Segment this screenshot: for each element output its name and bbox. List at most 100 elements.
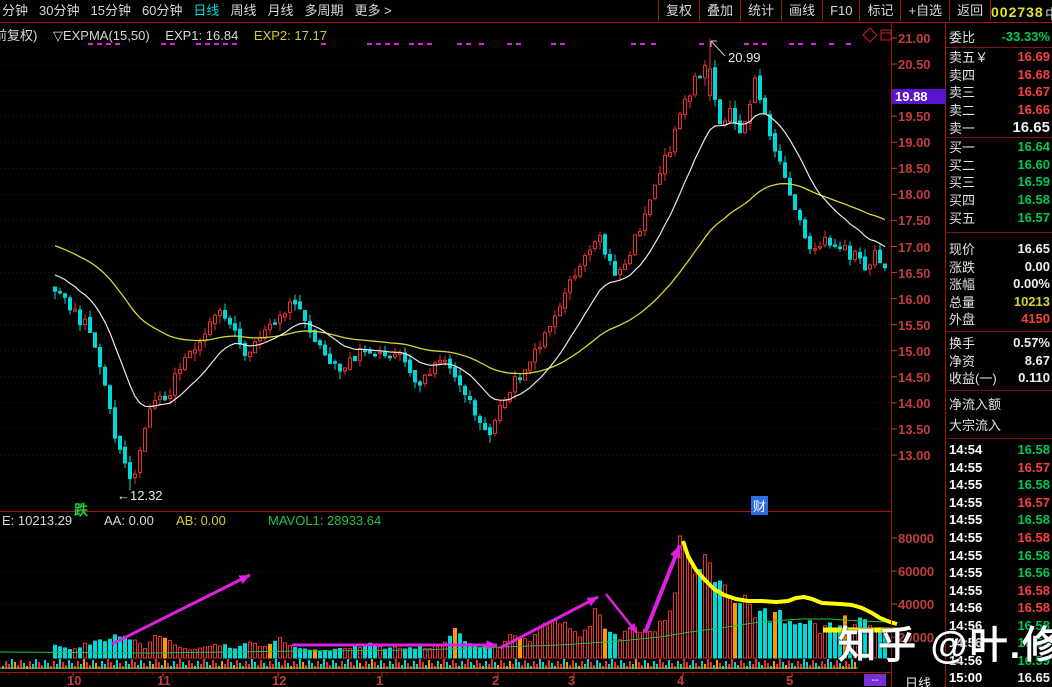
tape-row-value: 16.58 — [1017, 583, 1052, 598]
action-叠加[interactable]: 叠加 — [699, 0, 740, 21]
ask-row-4-label: 卖四 — [946, 65, 975, 84]
tape-row-label: 14:55 — [946, 512, 982, 527]
bid-row-2[interactable]: 买二16.60 — [946, 156, 1052, 174]
period-item-月线[interactable]: 月线 — [267, 0, 293, 22]
adjust-label: 前复权) — [0, 28, 37, 43]
vol-aa-value: AA: 0.00 — [104, 513, 154, 528]
ask-row-5-value: 16.69 — [1017, 49, 1052, 64]
ask-row-5[interactable]: 卖五￥ 16.69 — [946, 48, 1052, 66]
bid-row-4-value: 16.58 — [1017, 192, 1052, 207]
period-item-周线[interactable]: 周线 — [230, 0, 256, 22]
bid-row-4[interactable]: 买四16.58 — [946, 191, 1052, 209]
tape-row: 14:55 16.58 — [946, 529, 1052, 547]
info-row-label: 外盘 — [946, 309, 975, 328]
action-标记[interactable]: 标记 — [859, 0, 900, 21]
flow-row-label: 大宗流入 — [946, 415, 1001, 434]
price-tick-label: 21.00 — [898, 31, 931, 46]
month-label: 3 — [568, 673, 575, 687]
high-pointer — [711, 41, 725, 56]
tape-row-value: 16.58 — [1017, 530, 1052, 545]
tape-row-label: 14:55 — [946, 460, 982, 475]
ask-row-4[interactable]: 卖四16.68 — [946, 66, 1052, 84]
gridlines — [0, 38, 891, 637]
window-icon — [881, 30, 891, 40]
tape-row-label: 14:55 — [946, 548, 982, 563]
period-item-30分钟[interactable]: 30分钟 — [39, 0, 79, 22]
volume-tick-label: 60000 — [898, 564, 934, 579]
period-item-分钟[interactable]: 分钟 — [2, 0, 28, 22]
tape-row: 14:5516.58 — [946, 476, 1052, 494]
period-item-60分钟[interactable]: 60分钟 — [142, 0, 182, 22]
price-tick-label: 14.50 — [898, 370, 931, 385]
month-label: 11 — [157, 673, 171, 687]
tape-row: 15:0016.65 — [946, 669, 1052, 687]
action-F10[interactable]: F10 — [822, 0, 859, 21]
tape-row-label: 14:55 — [946, 565, 982, 580]
info-row-label: 总量 — [946, 292, 975, 311]
bottom-period-label[interactable]: 日线 — [893, 673, 943, 687]
volume-tick-label: 40000 — [898, 597, 934, 612]
indicator-name[interactable]: ▽EXPMA(15,50) — [53, 28, 150, 43]
overview-strip[interactable] — [0, 659, 858, 669]
info-row-value: 0.00% — [1013, 276, 1052, 291]
bid-row-1[interactable]: 买一16.64 — [946, 138, 1052, 156]
weibi-row: 委比-33.33% — [946, 25, 1052, 47]
ask-row-2[interactable]: 卖二 16.66 — [946, 101, 1052, 119]
divider — [946, 438, 1052, 439]
tape-row-label: 14:55 — [946, 583, 982, 598]
tape-row-value: 16.57 — [1017, 460, 1052, 475]
period-item-多周期[interactable]: 多周期 — [304, 0, 343, 22]
flow-row-label: 净流入额 — [946, 394, 1001, 413]
diamond-icon — [863, 28, 877, 42]
axis-dash-badge[interactable]: -- — [864, 674, 886, 686]
indicator-bar: 前复权) ▽EXPMA(15,50) EXP1: 16.84 EXP2: 17.… — [0, 25, 339, 44]
info-row: 涨跌0.00 — [946, 258, 1052, 276]
low-annotation: ←12.32 — [117, 488, 163, 503]
ask-row-2-label: 卖二 — [946, 100, 975, 119]
tape-row-value: 16.58 — [1017, 477, 1052, 492]
period-item-日线[interactable]: 日线 — [193, 0, 219, 22]
tape-row-label: 14:55 — [946, 530, 982, 545]
period-item-15分钟[interactable]: 15分钟 — [90, 0, 130, 22]
toolbar: 分钟 30分钟 15分钟 60分钟日线周线月线多周期更多 > 复权叠加统计画线F10标… — [0, 0, 1052, 22]
highlight-price-badge: 19.88 — [892, 89, 946, 104]
tape-row-value: 16.58 — [1017, 548, 1052, 563]
tape-row: 14:55 16.57 — [946, 459, 1052, 477]
price-tick-label: 19.50 — [898, 109, 931, 124]
action-复权[interactable]: 复权 — [658, 0, 699, 21]
bid-row-5[interactable]: 买五16.57 — [946, 208, 1052, 226]
stock-code: 002738 — [991, 4, 1044, 20]
ask-row-3[interactable]: 卖三 16.67 — [946, 83, 1052, 101]
info-row-label: 现价 — [946, 239, 975, 258]
action-统计[interactable]: 统计 — [740, 0, 781, 21]
ask-row-3-label: 卖三 — [946, 82, 975, 101]
info-row-value: 0.110 — [1018, 370, 1052, 385]
period-item-更多 >[interactable]: 更多 > — [354, 0, 391, 22]
price-tick-label: 17.50 — [898, 213, 931, 228]
ask-row-5-label: 卖五￥ — [946, 47, 988, 66]
ema50-line — [55, 184, 885, 374]
ask-row-3-value: 16.67 — [1017, 84, 1052, 99]
tape-row-label: 14:54 — [946, 442, 982, 457]
info-row: 总量10213 — [946, 293, 1052, 311]
month-label: 2 — [492, 673, 499, 687]
bid-row-3[interactable]: 买三16.59 — [946, 173, 1052, 191]
info-row-value: 0.00 — [1025, 259, 1052, 274]
volume-bars — [54, 536, 887, 658]
month-label: 4 — [677, 673, 684, 687]
divider — [946, 47, 1052, 48]
flow-row: 净流入额 — [946, 393, 1052, 414]
divider — [946, 137, 1052, 138]
action-+自选[interactable]: +自选 — [900, 0, 949, 21]
watermark: 知乎 @叶.修 — [838, 614, 1052, 669]
action-画线[interactable]: 画线 — [781, 0, 822, 21]
ask-row-1[interactable]: 卖一16.65 — [946, 118, 1052, 136]
chart-corner-icons[interactable] — [863, 28, 891, 42]
info-row: 净资8.67 — [946, 352, 1052, 370]
tape-row: 14:5516.57 — [946, 494, 1052, 512]
tape-row: 14:5416.58 — [946, 441, 1052, 459]
action-menu: 复权叠加统计画线F10标记+自选返回 — [658, 0, 991, 22]
ask-row-2-value: 16.66 — [1017, 102, 1052, 117]
action-返回[interactable]: 返回 — [949, 0, 991, 21]
info-row-label: 换手 — [946, 333, 975, 352]
